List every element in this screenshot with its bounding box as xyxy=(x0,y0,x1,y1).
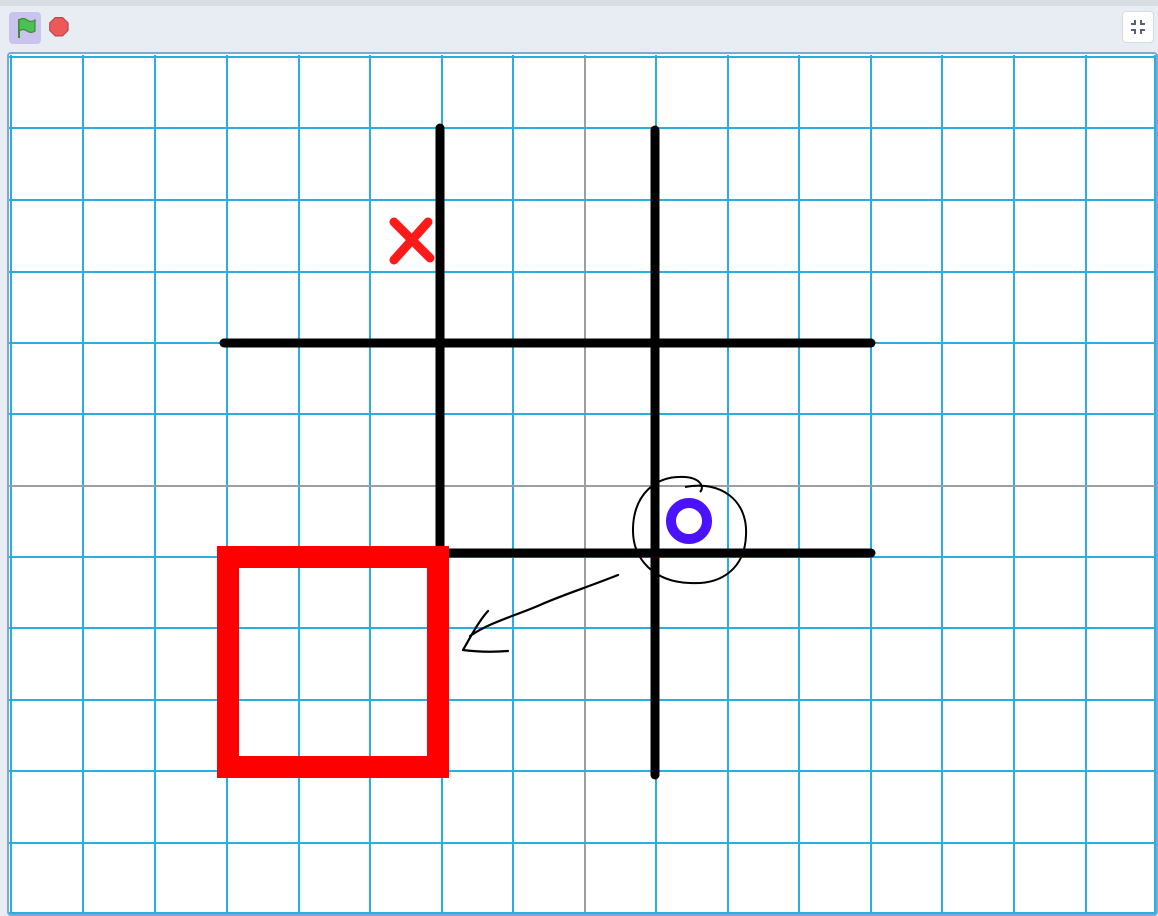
x-mark xyxy=(389,217,435,265)
exit-fullscreen-button[interactable] xyxy=(1122,11,1154,43)
green-flag-button[interactable] xyxy=(9,12,41,44)
highlight-box xyxy=(217,546,449,778)
tic-tac-toe-board xyxy=(219,123,876,780)
green-flag-icon xyxy=(18,17,36,38)
stage-drawing xyxy=(9,55,1156,914)
exit-fullscreen-icon xyxy=(1131,20,1145,34)
stop-icon xyxy=(49,16,69,37)
hand-drawn-arrow-annotation xyxy=(461,573,620,653)
stop-button[interactable] xyxy=(44,12,76,44)
o-mark xyxy=(666,498,712,544)
stage-canvas[interactable] xyxy=(7,52,1158,916)
hand-drawn-circle-annotation xyxy=(631,475,748,585)
stage-toolbar xyxy=(0,6,1158,50)
grid-lines xyxy=(9,55,1156,914)
